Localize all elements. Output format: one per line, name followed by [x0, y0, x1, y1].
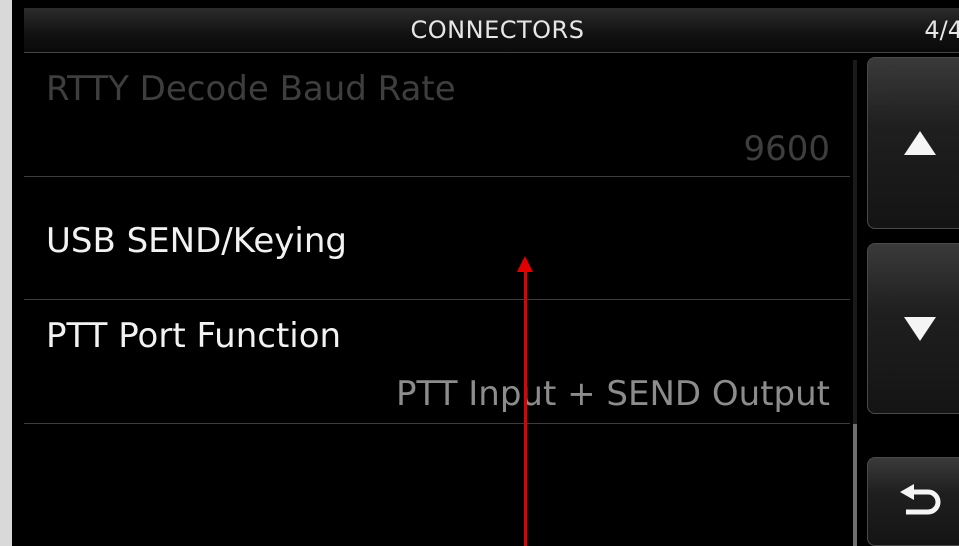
menu-item-empty — [24, 424, 850, 546]
menu-item-value: 9600 — [743, 129, 830, 169]
annotation-arrowhead — [517, 256, 533, 272]
menu-list: RTTY Decode Baud Rate 9600 USB SEND/Keyi… — [24, 53, 850, 546]
page-indicator: 4/4 — [924, 16, 959, 44]
radio-screen: CONNECTORS 4/4 RTTY Decode Baud Rate 960… — [0, 0, 959, 546]
annotation-pointer-line — [524, 270, 527, 546]
return-arrow-icon — [898, 483, 942, 520]
menu-item-label: PTT Port Function — [46, 316, 342, 356]
triangle-up-icon — [902, 129, 938, 157]
menu-item-usb-send-keying[interactable]: USB SEND/Keying — [24, 177, 850, 300]
menu-item-rtty-decode-baud-rate[interactable]: RTTY Decode Baud Rate 9600 — [24, 53, 850, 177]
menu-item-label: RTTY Decode Baud Rate — [46, 69, 456, 109]
scroll-up-button[interactable] — [867, 57, 959, 229]
menu-item-ptt-port-function[interactable]: PTT Port Function PTT Input + SEND Outpu… — [24, 300, 850, 424]
triangle-down-icon — [902, 315, 938, 343]
back-button[interactable] — [867, 457, 959, 546]
scroll-down-button[interactable] — [867, 243, 959, 414]
menu-item-value: PTT Input + SEND Output — [396, 374, 830, 414]
scrollbar-thumb[interactable] — [853, 424, 857, 546]
menu-item-label: USB SEND/Keying — [46, 221, 347, 261]
title-bar: CONNECTORS 4/4 — [24, 8, 959, 53]
page-title: CONNECTORS — [410, 16, 585, 44]
